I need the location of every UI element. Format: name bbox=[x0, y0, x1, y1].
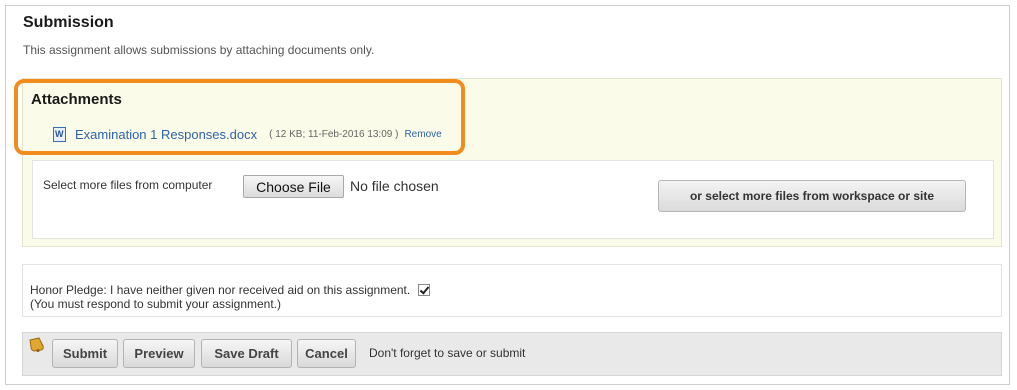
select-files-label: Select more files from computer bbox=[43, 178, 213, 192]
bell-icon bbox=[29, 337, 44, 353]
honor-pledge-row: Honor Pledge: I have neither given nor r… bbox=[30, 283, 431, 297]
select-from-workspace-button[interactable]: or select more files from workspace or s… bbox=[658, 180, 966, 212]
attachment-highlight bbox=[14, 79, 465, 155]
save-reminder-text: Don't forget to save or submit bbox=[369, 346, 526, 360]
file-chosen-status: No file chosen bbox=[350, 178, 439, 194]
honor-pledge-note: (You must respond to submit your assignm… bbox=[30, 297, 282, 311]
page-title: Submission bbox=[23, 14, 114, 31]
submit-button[interactable]: Submit bbox=[52, 339, 118, 368]
cancel-button[interactable]: Cancel bbox=[297, 339, 356, 368]
save-draft-button[interactable]: Save Draft bbox=[201, 339, 292, 368]
submission-description: This assignment allows submissions by at… bbox=[23, 43, 375, 57]
honor-pledge-text: Honor Pledge: I have neither given nor r… bbox=[30, 283, 411, 297]
preview-button[interactable]: Preview bbox=[123, 339, 195, 368]
choose-file-button[interactable]: Choose File bbox=[243, 175, 344, 198]
honor-pledge-checkbox[interactable] bbox=[418, 284, 431, 296]
